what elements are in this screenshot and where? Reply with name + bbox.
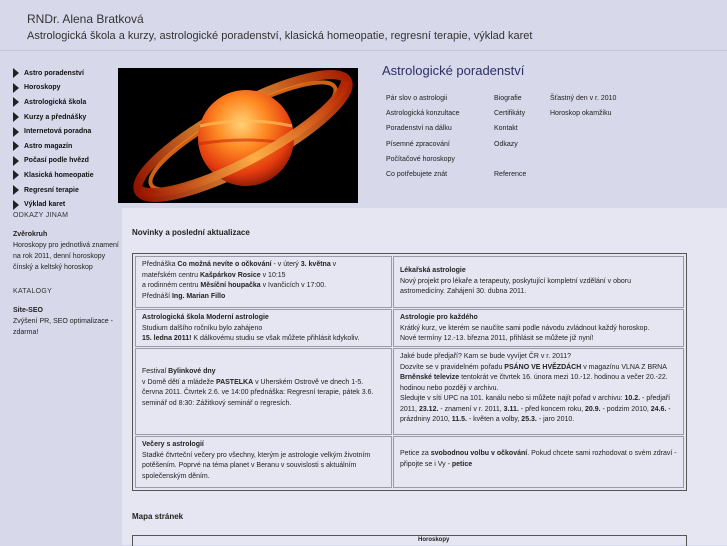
news-title-pro-kazdeho[interactable]: Astrologie pro každého: [400, 314, 478, 321]
triangle-bullet-icon: [13, 141, 19, 152]
triangle-bullet-icon: [13, 82, 19, 93]
section-title: Astrologické poradenství: [382, 63, 525, 78]
nav-item-astro-poradenstvi[interactable]: Astro poradenství: [13, 66, 119, 81]
link-certifikaty[interactable]: Certifikáty: [494, 110, 526, 125]
main-content: Novinky a poslední aktualizace Přednáška…: [122, 208, 727, 546]
link-odkazy[interactable]: Odkazy: [494, 141, 526, 156]
site-seo-description: Zvýšení PR, SEO optimalizace - zdarma!: [13, 318, 113, 336]
news-cell-skola: Astrologická škola Moderní astrologie St…: [135, 309, 392, 347]
triangle-bullet-icon: [13, 185, 19, 196]
link-zverokruh[interactable]: Zvěrokruh: [13, 229, 119, 240]
triangle-bullet-icon: [13, 97, 19, 108]
sitemap-column-horoskopy[interactable]: Horoskopy: [418, 537, 449, 543]
triangle-bullet-icon: [13, 112, 19, 123]
link-site-seo[interactable]: Site-SEO: [13, 305, 119, 316]
link-horoskop-okamziku[interactable]: Horoskop okamžiku: [550, 110, 616, 125]
news-cell-tv-porad: Jaké bude předjaří? Kam se bude vyvíjet …: [393, 348, 684, 435]
nav-item-regresni-terapie[interactable]: Regresní terapie: [13, 183, 119, 198]
saturn-illustration: [118, 68, 358, 203]
sitemap-title: Mapa stránek: [132, 512, 184, 521]
news-title-skola[interactable]: Astrologická škola Moderní astrologie: [142, 314, 269, 321]
link-par-slov[interactable]: Pár slov o astrologii: [386, 95, 460, 110]
triangle-bullet-icon: [13, 155, 19, 166]
link-empty: [494, 156, 526, 171]
sitemap-table: Horoskopy: [132, 535, 687, 546]
triangle-bullet-icon: [13, 68, 19, 79]
sidebar-heading-katalogy: KATALOGY: [13, 288, 53, 295]
news-cell-petice: Petice za svobodnou volbu v očkování. Po…: [393, 436, 684, 488]
sidebar: ODKAZY JINAM Zvěrokruh Horoskopy pro jed…: [13, 210, 119, 338]
saturn-image: [118, 68, 358, 203]
site-owner-name: RNDr. Alena Bratková: [27, 12, 144, 26]
news-cell-ockovani: Přednáška Co možná nevíte o očkování - v…: [135, 256, 392, 308]
triangle-bullet-icon: [13, 126, 19, 137]
nav-item-astrologicka-skola[interactable]: Astrologická škola: [13, 95, 119, 110]
petice-link[interactable]: petice: [452, 461, 472, 468]
nav-item-kurzy[interactable]: Kurzy a přednášky: [13, 110, 119, 125]
news-cell-vecery: Večery s astrologií Stadké čtvrteční več…: [135, 436, 392, 488]
link-reference[interactable]: Reference: [494, 171, 526, 186]
link-konzultace[interactable]: Astrologická konzultace: [386, 110, 460, 125]
news-cell-astrologie-pro-kazdeho: Astrologie pro každého Krátký kurz, ve k…: [393, 309, 684, 347]
nav-item-horoskopy[interactable]: Horoskopy: [13, 81, 119, 96]
link-pisemne-zpracovani[interactable]: Písemné zpracování: [386, 141, 460, 156]
news-title-lekarska[interactable]: Lékařská astrologie: [400, 267, 466, 274]
link-biografie[interactable]: Biografie: [494, 95, 526, 110]
link-stastny-den[interactable]: Šťastný den v r. 2010: [550, 95, 616, 110]
triangle-bullet-icon: [13, 199, 19, 210]
link-pocitacove-horoskopy[interactable]: Počítačové horoskopy: [386, 156, 460, 171]
news-title: Novinky a poslední aktualizace: [132, 228, 250, 237]
news-cell-festival: Festival Bylinkové dny v Domě dětí a mlá…: [135, 348, 392, 435]
link-poradenstvi-na-dalku[interactable]: Poradenství na dálku: [386, 125, 460, 140]
triangle-bullet-icon: [13, 170, 19, 181]
zverokruh-description: Horoskopy pro jednotlivá znamení na rok …: [13, 242, 119, 271]
news-title-vecery[interactable]: Večery s astrologií: [142, 441, 204, 448]
site-header: RNDr. Alena Bratková Astrologická škola …: [0, 0, 727, 51]
sidebar-heading-odkazy: ODKAZY JINAM: [13, 212, 69, 219]
nav-item-astro-magazin[interactable]: Astro magazín: [13, 139, 119, 154]
news-table: Přednáška Co možná nevíte o očkování - v…: [132, 253, 687, 491]
main-navigation: Astro poradenství Horoskopy Astrologická…: [13, 66, 119, 212]
link-co-potrebujete-znat[interactable]: Co potřebujete znát: [386, 171, 460, 186]
nav-item-internetova-poradna[interactable]: Internetová poradna: [13, 124, 119, 139]
news-cell-lekarska-astrologie: Lékařská astrologie Nový projekt pro lék…: [393, 256, 684, 308]
nav-item-homeopatie[interactable]: Klasická homeopatie: [13, 168, 119, 183]
link-kontakt[interactable]: Kontakt: [494, 125, 526, 140]
nav-item-pocasi[interactable]: Počasí podle hvězd: [13, 154, 119, 169]
site-tagline: Astrologická škola a kurzy, astrologické…: [27, 30, 533, 42]
astrology-section-panel: Astrologické poradenství Pár slov o astr…: [363, 55, 727, 208]
